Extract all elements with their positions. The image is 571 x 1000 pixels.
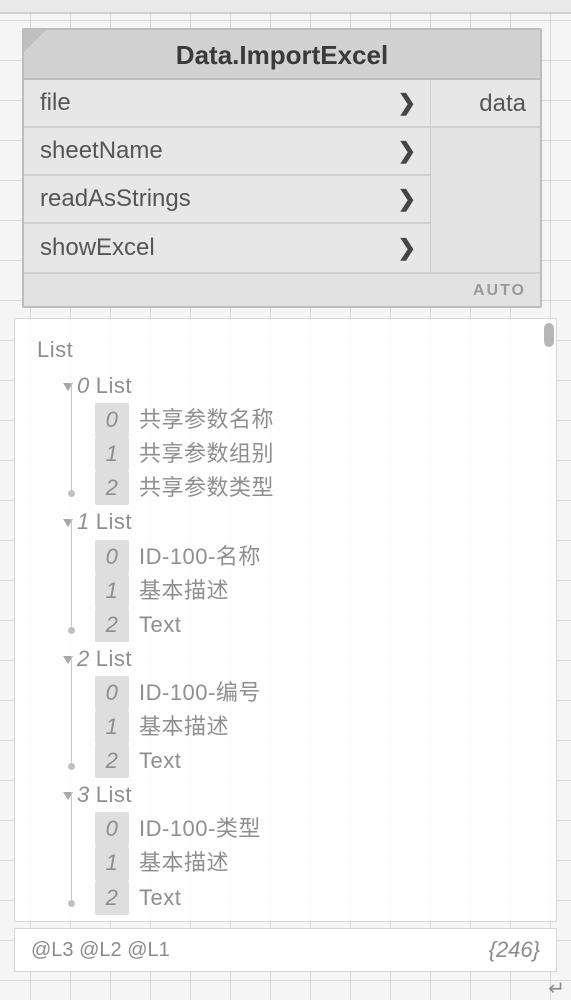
input-port-file[interactable]: file ❯ xyxy=(24,80,430,128)
item-index: 1 xyxy=(95,846,129,880)
input-port-showexcel[interactable]: showExcel ❯ xyxy=(24,224,430,272)
item-value: 基本描述 xyxy=(139,714,229,739)
node-outputs: data xyxy=(430,80,540,272)
caret-down-icon[interactable] xyxy=(63,656,73,664)
tree-list-header[interactable]: 3List xyxy=(63,778,546,812)
list-index: 2 xyxy=(77,646,90,671)
item-value: ID-100-类型 xyxy=(139,816,261,841)
lacing-label[interactable]: AUTO xyxy=(473,282,526,299)
item-value: Text xyxy=(139,612,181,637)
item-value: Text xyxy=(139,748,181,773)
node-corner-icon xyxy=(24,30,46,52)
chevron-right-icon[interactable]: ❯ xyxy=(398,90,416,116)
item-value: 基本描述 xyxy=(139,578,229,603)
input-label: showExcel xyxy=(40,234,155,262)
list-index: 0 xyxy=(77,373,90,398)
item-index: 0 xyxy=(95,676,129,710)
item-index: 0 xyxy=(95,403,129,437)
output-tree: List 0List 0共享参数名称 1共享参数组别 2共享参数类型 1List… xyxy=(15,319,556,922)
top-edge xyxy=(0,0,571,14)
node-title: Data.ImportExcel xyxy=(176,40,388,70)
tree-list-3: 3List 0 ID-100-类型 1 基本描述 2 Text xyxy=(63,778,546,914)
list-item[interactable]: 2 Text xyxy=(81,881,546,915)
item-value: ID-100-名称 xyxy=(139,544,261,569)
chevron-right-icon[interactable]: ❯ xyxy=(398,186,416,212)
output-preview-panel[interactable]: List 0List 0共享参数名称 1共享参数组别 2共享参数类型 1List… xyxy=(14,318,557,922)
item-value: 共享参数名称 xyxy=(139,407,274,432)
item-index: 1 xyxy=(95,574,129,608)
input-label: file xyxy=(40,89,71,117)
item-value: 共享参数类型 xyxy=(139,475,274,500)
list-index: 1 xyxy=(77,509,90,534)
chevron-right-icon[interactable]: ❯ xyxy=(398,138,416,164)
list-item[interactable]: 0 共享参数名称 xyxy=(81,403,546,437)
input-label: sheetName xyxy=(40,137,163,165)
list-item[interactable]: 2 Text xyxy=(81,608,546,642)
list-label: List xyxy=(96,782,132,807)
item-value: 共享参数组别 xyxy=(139,441,274,466)
item-index: 2 xyxy=(95,744,129,778)
item-value: Text xyxy=(139,885,181,910)
tree-list-header[interactable]: 1List xyxy=(63,505,546,539)
level-indicator[interactable]: @L3 @L2 @L1 xyxy=(31,939,170,962)
return-icon: ↵ xyxy=(548,976,565,1000)
input-port-readasstrings[interactable]: readAsStrings ❯ xyxy=(24,176,430,224)
tree-list-header[interactable]: 2List xyxy=(63,642,546,676)
tree-root[interactable]: List xyxy=(37,333,546,367)
list-label: List xyxy=(96,646,132,671)
item-index: 2 xyxy=(95,608,129,642)
item-index: 1 xyxy=(95,437,129,471)
input-port-sheetname[interactable]: sheetName ❯ xyxy=(24,128,430,176)
caret-down-icon[interactable] xyxy=(63,383,73,391)
list-label: List xyxy=(96,509,132,534)
tree-list-0: 0List 0共享参数名称 1共享参数组别 2共享参数类型 xyxy=(63,369,546,505)
list-index: 3 xyxy=(77,782,90,807)
item-count: {246} xyxy=(489,937,540,963)
node-body: file ❯ sheetName ❯ readAsStrings ❯ showE… xyxy=(24,80,540,272)
item-index: 2 xyxy=(95,471,129,505)
item-index: 0 xyxy=(95,540,129,574)
scrollbar-thumb[interactable] xyxy=(544,323,554,347)
output-port-data[interactable]: data xyxy=(431,80,540,128)
tree-list-header[interactable]: 0List xyxy=(63,369,546,403)
input-label: readAsStrings xyxy=(40,185,191,213)
output-label: data xyxy=(479,90,526,117)
node-data-importexcel[interactable]: Data.ImportExcel file ❯ sheetName ❯ read… xyxy=(22,28,542,308)
node-header[interactable]: Data.ImportExcel xyxy=(24,30,540,80)
item-index: 0 xyxy=(95,812,129,846)
item-index: 1 xyxy=(95,710,129,744)
list-item[interactable]: 1 基本描述 xyxy=(81,574,546,608)
item-value: 基本描述 xyxy=(139,850,229,875)
list-item[interactable]: 2 共享参数类型 xyxy=(81,471,546,505)
item-index: 2 xyxy=(95,881,129,915)
tree-list-2: 2List 0ID-100-编号 1基本描述 2Text xyxy=(63,642,546,778)
caret-down-icon[interactable] xyxy=(63,792,73,800)
list-item[interactable]: 1 基本描述 xyxy=(81,710,546,744)
node-inputs: file ❯ sheetName ❯ readAsStrings ❯ showE… xyxy=(24,80,430,272)
list-item[interactable]: 1 共享参数组别 xyxy=(81,437,546,471)
list-item[interactable]: 1 基本描述 xyxy=(81,846,546,880)
list-item[interactable]: 0 ID-100-名称 xyxy=(81,540,546,574)
preview-footer: @L3 @L2 @L1 {246} xyxy=(14,928,557,972)
list-item[interactable]: 0 ID-100-编号 xyxy=(81,676,546,710)
tree-list-1: 1List 0ID-100-名称 1基本描述 2Text xyxy=(63,505,546,641)
caret-down-icon[interactable] xyxy=(63,519,73,527)
list-item[interactable]: 2 Text xyxy=(81,744,546,778)
list-item[interactable]: 0 ID-100-类型 xyxy=(81,812,546,846)
chevron-right-icon[interactable]: ❯ xyxy=(398,235,416,261)
item-value: ID-100-编号 xyxy=(139,680,261,705)
node-footer: AUTO xyxy=(24,272,540,306)
list-label: List xyxy=(96,373,132,398)
